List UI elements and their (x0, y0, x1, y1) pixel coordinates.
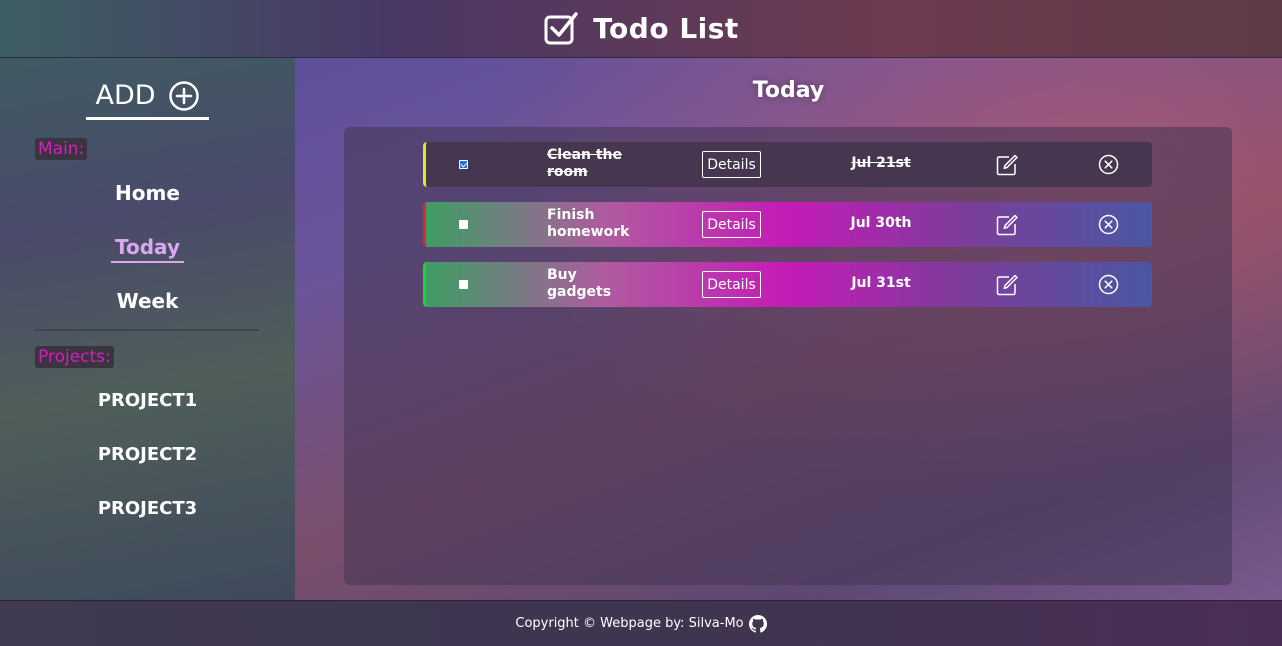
add-button[interactable]: ADD (86, 74, 209, 120)
task-name: Clean the room (547, 147, 623, 180)
details-button[interactable]: Details (702, 271, 761, 298)
sidebar: ADD Main: Home Today Week Projects: PROJ… (0, 58, 295, 600)
checkbox-icon (544, 11, 578, 44)
sidebar-item-week[interactable]: Week (0, 289, 295, 313)
task-panel: Clean the room Details Jul 21st Finish h… (344, 127, 1232, 585)
details-button[interactable]: Details (702, 151, 761, 178)
sidebar-item-home[interactable]: Home (0, 181, 295, 205)
task-due-date: Jul 31st (851, 275, 911, 291)
copyright-text: Copyright © Webpage by: Silva-Mo (515, 616, 744, 631)
edit-icon[interactable] (995, 273, 1019, 297)
page-title: Today (752, 78, 825, 103)
github-icon[interactable] (748, 614, 767, 633)
app-header: Todo List (0, 0, 1282, 58)
projects-section-label: Projects: (35, 346, 114, 368)
footer: Copyright © Webpage by: Silva-Mo (0, 600, 1282, 646)
task-row: Finish homework Details Jul 30th (423, 202, 1152, 247)
plus-circle-icon (168, 80, 199, 111)
sidebar-item-label: Week (116, 289, 179, 313)
delete-icon[interactable] (1098, 214, 1119, 235)
task-name: Buy gadgets (547, 267, 612, 300)
main-content: Today Clean the room Details Jul 21st Fi… (295, 58, 1282, 600)
task-name: Finish homework (547, 207, 630, 240)
task-row: Buy gadgets Details Jul 31st (423, 262, 1152, 307)
task-complete-checkbox[interactable] (459, 220, 468, 229)
delete-icon[interactable] (1098, 154, 1119, 175)
main-section-label: Main: (35, 138, 88, 160)
sidebar-divider (35, 329, 259, 331)
sidebar-item-project3[interactable]: PROJECT3 (0, 498, 295, 519)
task-complete-checkbox[interactable] (459, 280, 468, 289)
delete-icon[interactable] (1098, 274, 1119, 295)
task-due-date: Jul 21st (851, 155, 911, 171)
task-complete-checkbox[interactable] (459, 160, 468, 169)
task-row: Clean the room Details Jul 21st (423, 142, 1152, 187)
sidebar-item-project2[interactable]: PROJECT2 (0, 444, 295, 465)
details-button[interactable]: Details (702, 211, 761, 238)
task-due-date: Jul 30th (850, 215, 912, 231)
edit-icon[interactable] (995, 153, 1019, 177)
sidebar-item-label: Home (115, 181, 180, 205)
app-title: Todo List (593, 12, 739, 45)
edit-icon[interactable] (995, 213, 1019, 237)
add-button-label: ADD (95, 80, 156, 111)
sidebar-item-label: Today (111, 235, 184, 263)
sidebar-item-today[interactable]: Today (0, 235, 295, 263)
sidebar-item-project1[interactable]: PROJECT1 (0, 390, 295, 411)
